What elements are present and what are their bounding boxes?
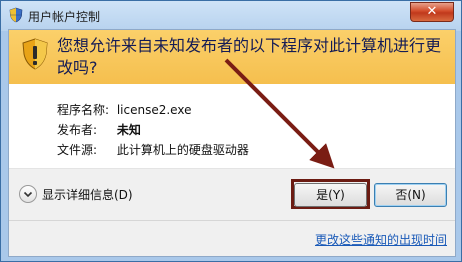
- dialog-footer: 显示详细信息(D) 是(Y) 否(N) 更改这些通知的出现时间: [9, 169, 455, 256]
- publisher-label: 发布者:: [57, 123, 98, 137]
- uac-question: 您想允许来自未知发布者的以下程序对此计算机进行更改吗?: [57, 36, 442, 77]
- warning-banner: 您想允许来自未知发布者的以下程序对此计算机进行更改吗?: [9, 30, 455, 84]
- close-button[interactable]: ✕: [410, 2, 454, 22]
- program-name-row: 程序名称: license2.exe: [57, 100, 249, 120]
- program-name-label: 程序名称:: [57, 103, 110, 117]
- dialog-body: 您想允许来自未知发布者的以下程序对此计算机进行更改吗? 程序名称: licens…: [8, 29, 456, 257]
- no-button[interactable]: 否(N): [374, 183, 447, 207]
- title-bar: 用户帐户控制 ✕: [1, 1, 461, 29]
- publisher-row: 发布者: 未知: [57, 120, 249, 140]
- file-origin-label: 文件源:: [57, 143, 98, 157]
- warning-shield-icon: [21, 38, 49, 73]
- uac-shield-icon: [8, 7, 24, 26]
- file-origin-value: 此计算机上的硬盘驱动器: [116, 143, 249, 157]
- chevron-down-icon: [19, 185, 37, 203]
- close-icon: ✕: [426, 4, 438, 19]
- program-name-value: license2.exe: [116, 103, 192, 117]
- change-notification-link[interactable]: 更改这些通知的出现时间: [315, 231, 447, 248]
- file-origin-row: 文件源: 此计算机上的硬盘驱动器: [57, 140, 249, 160]
- window-title: 用户帐户控制: [28, 10, 101, 24]
- footer-divider: [9, 220, 455, 221]
- publisher-value: 未知: [116, 123, 141, 137]
- yes-button[interactable]: 是(Y): [294, 183, 367, 207]
- show-details-label: 显示详细信息(D): [42, 188, 133, 202]
- uac-dialog: 用户帐户控制 ✕ 您想允许来自未知发布者的以下程序对此计算机进行更改吗? 程序名…: [0, 0, 462, 262]
- program-info: 程序名称: license2.exe 发布者: 未知 文件源: 此计算机上的硬盘…: [57, 100, 249, 160]
